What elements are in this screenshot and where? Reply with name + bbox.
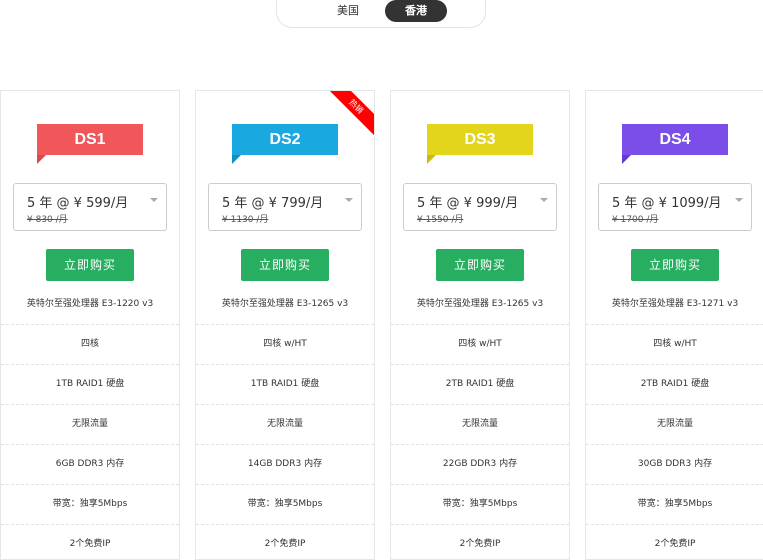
spec-ip: 2个免费IP [69,539,111,549]
spec-ip: 2个免费IP [654,539,696,549]
plan-name-badge: DS2 [232,124,338,164]
spec-cpu: 英特尔至强处理器 E3-1265 v3 [196,285,374,325]
spec-cores: 四核 [1,325,179,365]
tab-us[interactable]: 美国 [315,0,381,22]
buy-now-button[interactable]: 立即购买 [631,249,719,281]
chevron-down-icon [540,198,548,202]
original-price: ¥ 1700 /月 [612,215,659,225]
plan-name-badge: DS1 [37,124,143,164]
original-price: ¥ 1550 /月 [417,215,464,225]
spec-bandwidth: 带宽：独享5Mbps [1,485,179,525]
spec-disk: 2TB RAID1 硬盘 [391,365,569,405]
spec-cores: 四核 w/HT [196,325,374,365]
plan-card-ds2: 热销 DS2 5 年 @ ¥ 799/月 ¥ 1130 /月 立即购买 英特尔至… [195,90,375,560]
spec-memory: 30GB DDR3 内存 [586,445,763,485]
plan-name-badge: DS4 [622,124,728,164]
spec-list: 英特尔至强处理器 E3-1271 v3 四核 w/HT 2TB RAID1 硬盘… [586,285,763,559]
plan-card-ds3: DS3 5 年 @ ¥ 999/月 ¥ 1550 /月 立即购买 英特尔至强处理… [390,90,570,560]
badge-tail [232,155,241,164]
spec-traffic: 无限流量 [196,405,374,445]
buy-now-button[interactable]: 立即购买 [241,249,329,281]
spec-disk: 1TB RAID1 硬盘 [196,365,374,405]
spec-cores: 四核 w/HT [586,325,763,365]
badge-tail [622,155,631,164]
plan-card-ds1: DS1 5 年 @ ¥ 599/月 ¥ 830 /月 立即购买 英特尔至强处理器… [0,90,180,560]
spec-cpu: 英特尔至强处理器 E3-1220 v3 [1,285,179,325]
spec-traffic: 无限流量 [391,405,569,445]
spec-cores: 四核 w/HT [391,325,569,365]
original-price: ¥ 1130 /月 [222,215,269,225]
original-price: ¥ 830 /月 [27,215,68,225]
spec-disk: 1TB RAID1 硬盘 [1,365,179,405]
chevron-down-icon [150,198,158,202]
tab-hongkong[interactable]: 香港 [385,0,447,22]
current-price: 5 年 @ ¥ 999/月 [417,196,519,211]
term-price-select[interactable]: 5 年 @ ¥ 599/月 ¥ 830 /月 [13,183,167,231]
spec-list: 英特尔至强处理器 E3-1265 v3 四核 w/HT 2TB RAID1 硬盘… [391,285,569,559]
chevron-down-icon [735,198,743,202]
buy-now-button[interactable]: 立即购买 [436,249,524,281]
spec-memory: 14GB DDR3 内存 [196,445,374,485]
spec-disk: 2TB RAID1 硬盘 [586,365,763,405]
spec-bandwidth: 带宽：独享5Mbps [196,485,374,525]
badge-tail [37,155,46,164]
term-price-select[interactable]: 5 年 @ ¥ 1099/月 ¥ 1700 /月 [598,183,752,231]
term-price-select[interactable]: 5 年 @ ¥ 999/月 ¥ 1550 /月 [403,183,557,231]
spec-cpu: 英特尔至强处理器 E3-1265 v3 [391,285,569,325]
spec-traffic: 无限流量 [586,405,763,445]
spec-list: 英特尔至强处理器 E3-1220 v3 四核 1TB RAID1 硬盘 无限流量… [1,285,179,559]
spec-ip: 2个免费IP [459,539,501,549]
plan-name-badge: DS3 [427,124,533,164]
term-price-select[interactable]: 5 年 @ ¥ 799/月 ¥ 1130 /月 [208,183,362,231]
spec-bandwidth: 带宽：独享5Mbps [391,485,569,525]
buy-now-button[interactable]: 立即购买 [46,249,134,281]
spec-list: 英特尔至强处理器 E3-1265 v3 四核 w/HT 1TB RAID1 硬盘… [196,285,374,559]
plan-card-ds4: DS4 5 年 @ ¥ 1099/月 ¥ 1700 /月 立即购买 英特尔至强处… [585,90,763,560]
spec-bandwidth: 带宽：独享5Mbps [586,485,763,525]
spec-ip: 2个免费IP [264,539,306,549]
spec-traffic: 无限流量 [1,405,179,445]
current-price: 5 年 @ ¥ 1099/月 [612,196,722,211]
region-tabs: 美国 香港 [276,0,486,28]
spec-cpu: 英特尔至强处理器 E3-1271 v3 [586,285,763,325]
spec-memory: 22GB DDR3 内存 [391,445,569,485]
badge-tail [427,155,436,164]
current-price: 5 年 @ ¥ 799/月 [222,196,324,211]
spec-memory: 6GB DDR3 内存 [1,445,179,485]
chevron-down-icon [345,198,353,202]
current-price: 5 年 @ ¥ 599/月 [27,196,129,211]
